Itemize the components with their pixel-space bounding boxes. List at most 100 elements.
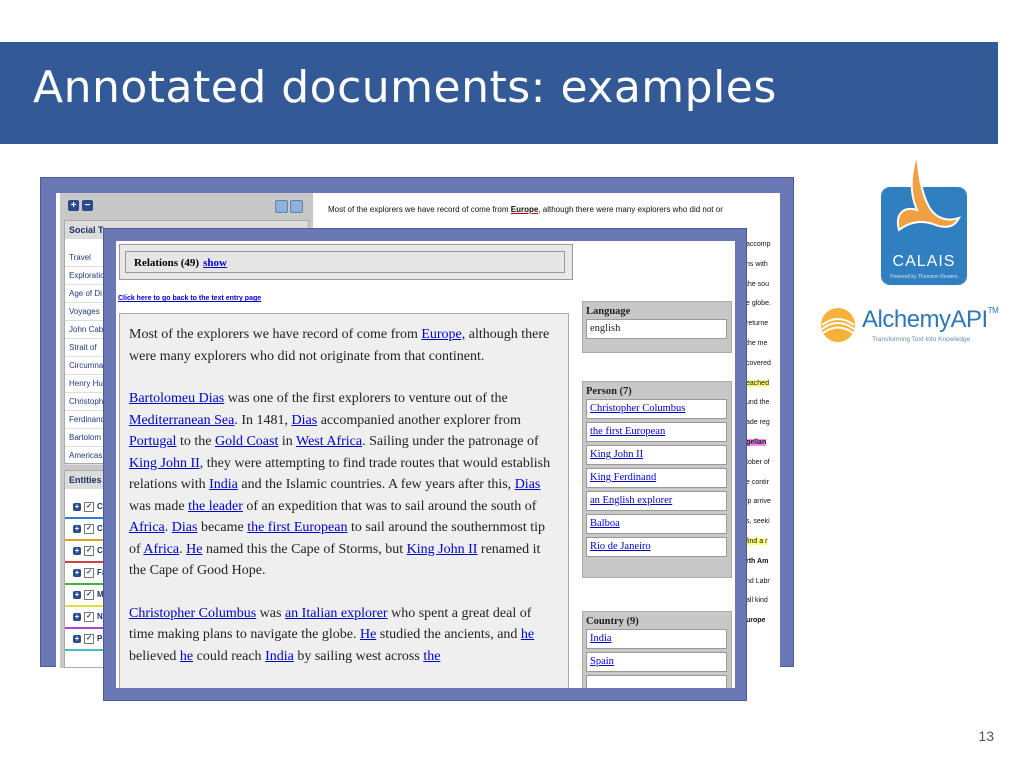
text-segment: was made — [129, 498, 189, 514]
text-segment: . Sailing under the patronage of — [362, 434, 539, 449]
entity-link[interactable]: King John II, — [129, 456, 203, 471]
document-line-fragment: returne — [746, 320, 769, 328]
highlighted-entity[interactable]: Europe — [511, 205, 539, 214]
entity-link[interactable]: Mediterranean Sea — [129, 413, 234, 428]
person-item-link[interactable]: the first European — [590, 426, 665, 437]
text-segment: was — [256, 605, 285, 621]
expand-icon[interactable]: + — [73, 502, 81, 511]
entity-link[interactable]: West Africa — [296, 434, 362, 449]
expand-icon[interactable]: + — [73, 546, 81, 555]
entity-link[interactable]: Dias — [172, 520, 198, 535]
person-item: the first European — [586, 422, 727, 442]
paragraph-2: Bartolomeu Dias was one of the first exp… — [129, 388, 559, 582]
alchemy-name-text: AlchemyAPI — [862, 306, 988, 333]
entity-link[interactable]: King John II — [407, 542, 478, 557]
country-item-link[interactable]: India — [590, 633, 612, 644]
expand-icon[interactable]: + — [73, 612, 81, 621]
entity-link[interactable]: Christopher Columbus — [129, 606, 256, 621]
document-line-fragment: tober of — [746, 458, 770, 466]
entity-link[interactable]: Africa — [129, 520, 165, 535]
person-item: Balboa — [586, 514, 727, 534]
entity-link[interactable]: the — [423, 649, 440, 664]
document-text-line: Most of the explorers we have record of … — [328, 205, 723, 214]
document-line-fragment: eached — [746, 379, 769, 387]
document-line-fragment: gellan — [746, 439, 767, 446]
country-item: Spain — [586, 652, 727, 672]
entity-link[interactable]: Gold Coast — [215, 434, 278, 449]
person-list: Christopher Columbus the first European Ki… — [583, 399, 731, 557]
country-box: Country (9) India Spain — [582, 611, 732, 688]
alchemyapi-logo: AlchemyAPITM Transforming Text Into Know… — [818, 305, 999, 349]
person-item-link[interactable]: King John II — [590, 449, 643, 460]
person-item-link[interactable]: Christopher Columbus — [590, 403, 685, 414]
paragraph-1: Most of the explorers we have record of … — [129, 324, 559, 367]
entity-checkbox[interactable]: ✓ — [84, 589, 94, 600]
relations-show-link[interactable]: show — [203, 257, 227, 269]
expand-icon[interactable]: + — [73, 524, 81, 533]
language-value: english — [586, 319, 727, 339]
relations-bar: Relations (49) show — [119, 244, 573, 280]
text-segment: could reach — [193, 648, 266, 664]
entity-link[interactable]: Dias — [292, 413, 318, 428]
person-item-link[interactable]: Rio de Janeiro — [590, 541, 651, 552]
collapse-all-icon[interactable]: − — [82, 200, 93, 211]
entity-link[interactable]: he — [521, 627, 534, 642]
entity-checkbox[interactable]: ✓ — [84, 523, 94, 534]
document-line-fragment: find a r — [746, 538, 768, 545]
entity-link[interactable]: Bartolomeu Dias — [129, 391, 224, 406]
entity-link[interactable]: India — [265, 649, 294, 664]
next-arrow-icon[interactable] — [290, 200, 303, 213]
entity-checkbox[interactable]: ✓ — [84, 633, 94, 644]
title-banner: Annotated documents: examples — [0, 42, 998, 144]
entity-link[interactable]: Africa — [143, 542, 179, 557]
text-segment: in — [278, 434, 296, 449]
country-item-link[interactable]: Spain — [590, 656, 614, 667]
entity-link[interactable]: an Italian explorer — [285, 606, 388, 621]
text-prefix: Most of the explorers we have record of … — [328, 205, 511, 214]
document-line-fragment: rth Am — [746, 557, 769, 565]
document-line-fragment: covered — [746, 359, 771, 367]
document-line-fragment: the me — [746, 340, 768, 347]
entity-checkbox[interactable]: ✓ — [84, 567, 94, 578]
text-segment: . — [164, 520, 172, 535]
relations-header: Relations (49) show — [125, 251, 565, 273]
person-title: Person (7) — [586, 386, 632, 397]
text-segment: . In 1481, — [234, 412, 292, 428]
entity-checkbox[interactable]: ✓ — [84, 545, 94, 556]
person-item: Rio de Janeiro — [586, 537, 727, 557]
person-item: Christopher Columbus — [586, 399, 727, 419]
back-to-entry-link[interactable]: Click here to go back to the text entry … — [118, 295, 261, 302]
annotated-text-panel: Most of the explorers we have record of … — [119, 313, 569, 688]
slide-title: Annotated documents: examples — [33, 62, 777, 113]
entity-link[interactable]: He — [360, 627, 376, 642]
document-line-fragment: ip arrive — [746, 498, 771, 506]
entity-checkbox[interactable]: ✓ — [84, 611, 94, 622]
person-item-link[interactable]: King Ferdinand — [590, 472, 656, 483]
language-title: Language — [586, 306, 631, 317]
entity-link[interactable]: the first European — [247, 520, 347, 535]
document-line-fragment: ns with — [746, 260, 768, 268]
country-title: Country (9) — [586, 616, 639, 627]
document-line-fragment: s, seeki — [746, 518, 770, 526]
entity-link[interactable]: Portugal — [129, 434, 176, 449]
entity-link[interactable]: India — [209, 477, 238, 492]
language-box: Language english — [582, 301, 732, 353]
expand-icon[interactable]: + — [73, 568, 81, 577]
entity-checkbox[interactable]: ✓ — [84, 501, 94, 512]
expand-all-icon[interactable]: + — [68, 200, 79, 211]
entity-link[interactable]: the leader — [188, 499, 243, 514]
prev-arrow-icon[interactable] — [275, 200, 288, 213]
page-number: 13 — [978, 728, 994, 744]
expand-icon[interactable]: + — [73, 634, 81, 643]
entity-link[interactable]: Dias — [515, 477, 541, 492]
text-segment: named this the Cape of Storms, but — [202, 541, 407, 557]
person-item: King Ferdinand — [586, 468, 727, 488]
person-item-link[interactable]: Balboa — [590, 518, 620, 529]
person-box: Person (7) Christopher Columbus the first… — [582, 381, 732, 578]
paragraph-3: Christopher Columbus was an Italian expl… — [129, 603, 559, 668]
person-item-link[interactable]: an English explorer — [590, 495, 672, 506]
entity-link[interactable]: He — [186, 542, 202, 557]
entity-link-europe[interactable]: Europe, — [421, 327, 465, 342]
entity-link[interactable]: he — [180, 649, 193, 664]
expand-icon[interactable]: + — [73, 590, 81, 599]
